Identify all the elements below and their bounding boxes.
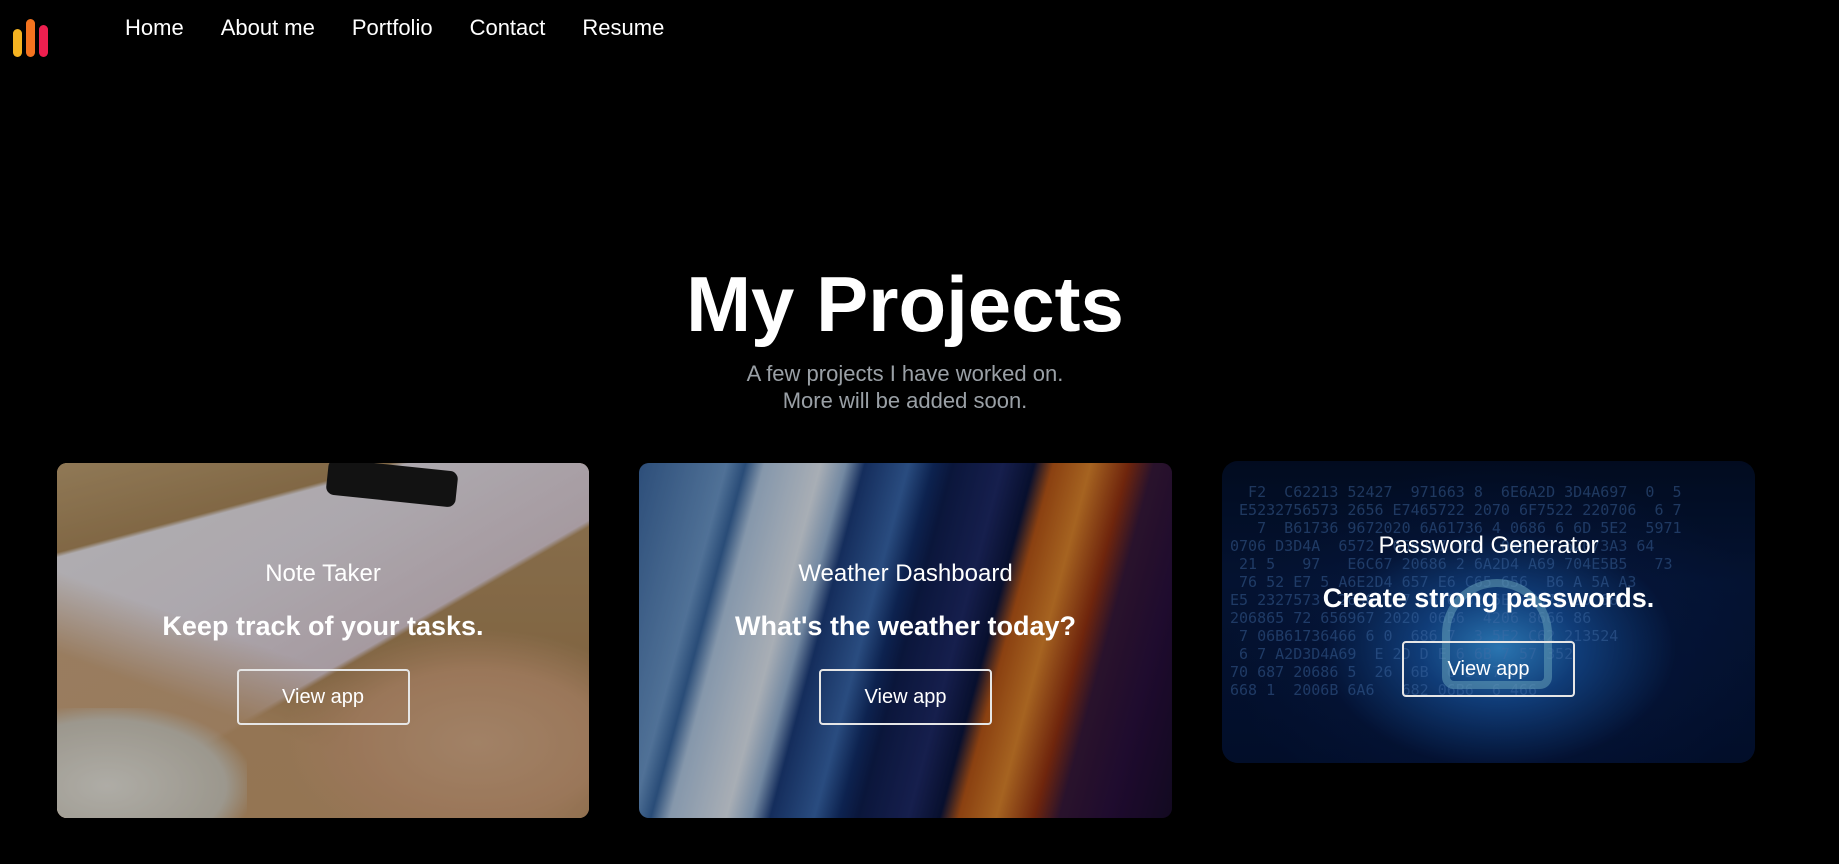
project-title: Weather Dashboard	[798, 560, 1013, 587]
main-nav: Home About me Portfolio Contact Resume	[125, 14, 664, 42]
project-title: Password Generator	[1378, 532, 1599, 559]
page-subtitle: A few projects I have worked on. More wi…	[0, 360, 1810, 414]
project-title: Note Taker	[265, 560, 381, 587]
top-navbar: Home About me Portfolio Contact Resume	[0, 0, 1839, 60]
project-card-password-generator: F2 C62213 52427 971663 8 6E6A2D 3D4A697 …	[1222, 461, 1755, 763]
project-card-weather-dashboard: Weather Dashboard What's the weather tod…	[639, 463, 1172, 818]
project-tagline: What's the weather today?	[735, 611, 1076, 641]
card-content: Note Taker Keep track of your tasks. Vie…	[57, 559, 589, 725]
view-app-button[interactable]: View app	[819, 669, 992, 725]
card-content: Weather Dashboard What's the weather tod…	[639, 559, 1172, 725]
view-app-button[interactable]: View app	[236, 669, 410, 725]
project-tagline: Create strong passwords.	[1322, 583, 1655, 613]
projects-header: My Projects A few projects I have worked…	[0, 258, 1810, 414]
nav-resume[interactable]: Resume	[582, 14, 664, 42]
nav-contact[interactable]: Contact	[470, 14, 546, 42]
logo-bar-orange	[26, 19, 35, 57]
nav-about-me[interactable]: About me	[221, 14, 315, 42]
view-app-button[interactable]: View app	[1402, 641, 1575, 697]
nav-home[interactable]: Home	[125, 14, 184, 42]
project-card-note-taker: Note Taker Keep track of your tasks. Vie…	[57, 463, 589, 818]
logo-bar-yellow	[13, 29, 22, 57]
logo-icon[interactable]	[13, 15, 51, 57]
card-content: Password Generator Create strong passwor…	[1222, 531, 1755, 697]
subtitle-line-1: A few projects I have worked on.	[746, 361, 1064, 386]
project-tagline: Keep track of your tasks.	[162, 611, 484, 641]
logo-bar-red	[39, 25, 48, 57]
page-title: My Projects	[686, 260, 1124, 348]
subtitle-line-2: More will be added soon.	[782, 388, 1028, 413]
nav-portfolio[interactable]: Portfolio	[352, 14, 433, 42]
